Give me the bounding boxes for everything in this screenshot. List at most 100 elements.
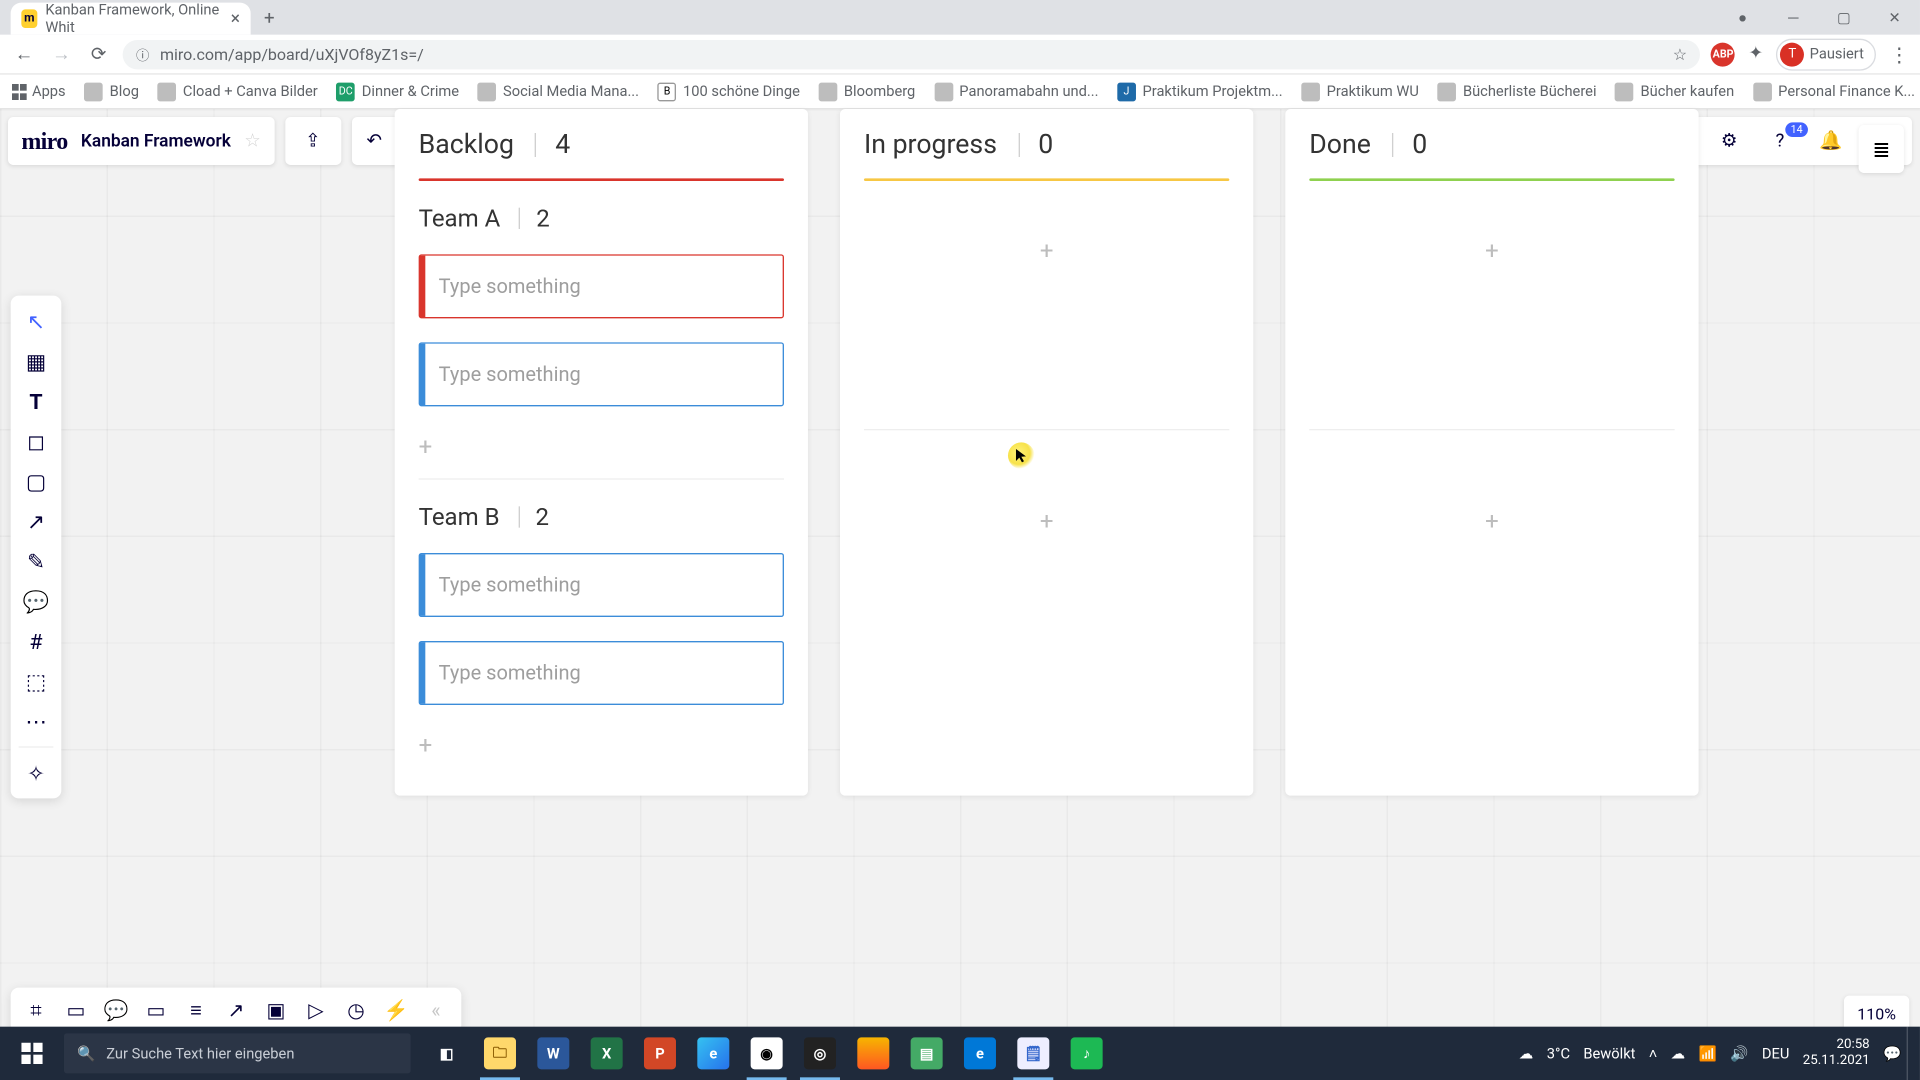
share-link-icon[interactable]: ↗ bbox=[216, 998, 256, 1022]
column-title[interactable]: In progress bbox=[864, 128, 997, 160]
comments-icon[interactable]: 💬 bbox=[96, 998, 136, 1022]
board-title-chip[interactable]: miro Kanban Framework ☆ bbox=[8, 117, 274, 165]
bookmark-item[interactable]: Social Media Mana... bbox=[478, 82, 639, 101]
frame-tool[interactable]: # bbox=[11, 621, 62, 661]
add-card-button[interactable]: + bbox=[419, 431, 784, 463]
reload-button[interactable]: ⟳ bbox=[85, 43, 112, 64]
column-title[interactable]: Done bbox=[1309, 128, 1371, 160]
swimlane-team-b-empty[interactable]: + bbox=[1309, 489, 1674, 553]
app-generic[interactable]: ▤ bbox=[901, 1027, 952, 1080]
kanban-card[interactable]: Type something bbox=[419, 255, 784, 319]
line-tool[interactable]: ↗ bbox=[11, 501, 62, 541]
apps-tool[interactable]: ✧ bbox=[11, 753, 62, 793]
add-card-button[interactable]: + bbox=[419, 729, 784, 761]
chrome-app[interactable]: ◉ bbox=[741, 1027, 792, 1080]
bookmark-item[interactable]: Cload + Canva Bilder bbox=[158, 82, 318, 101]
close-icon[interactable]: × bbox=[231, 9, 240, 29]
kanban-board[interactable]: Backlog 4 Team A 2 Type something bbox=[395, 109, 1699, 796]
bookmark-item[interactable]: Praktikum WU bbox=[1301, 82, 1419, 101]
card-placeholder[interactable]: Type something bbox=[439, 661, 581, 685]
obs-app[interactable]: ◎ bbox=[795, 1027, 846, 1080]
add-card-button[interactable]: + bbox=[1309, 219, 1674, 283]
spotify-app[interactable]: ♪ bbox=[1061, 1027, 1112, 1080]
profile-dot-icon[interactable]: ● bbox=[1717, 0, 1768, 35]
add-card-button[interactable]: + bbox=[864, 489, 1229, 553]
swimlane-team-b[interactable]: Team B 2 Type something Type something + bbox=[419, 504, 784, 761]
collapse-icon[interactable]: « bbox=[416, 998, 456, 1022]
swimlane-title[interactable]: Team B bbox=[419, 504, 500, 532]
kanban-card[interactable]: Type something bbox=[419, 641, 784, 705]
chrome-menu-button[interactable]: ⋮ bbox=[1889, 42, 1909, 66]
bookmark-item[interactable]: JPraktikum Projektm... bbox=[1117, 82, 1282, 101]
window-close-button[interactable]: ✕ bbox=[1869, 0, 1920, 35]
taskbar-search[interactable]: 🔍 Zur Suche Text hier eingeben bbox=[64, 1033, 411, 1073]
templates-tool[interactable]: ▦ bbox=[11, 341, 62, 381]
add-card-button[interactable]: + bbox=[1309, 489, 1674, 553]
address-bar[interactable]: ⓘ miro.com/app/board/uXjVOf8yZ1s=/ ☆ bbox=[123, 39, 1701, 68]
task-view-button[interactable]: ◧ bbox=[421, 1027, 472, 1080]
upload-tool[interactable]: ⬚ bbox=[11, 661, 62, 701]
pen-tool[interactable]: ✎ bbox=[11, 541, 62, 581]
present-icon[interactable]: ▭ bbox=[56, 998, 96, 1022]
frames-icon[interactable]: ⌗ bbox=[16, 998, 56, 1022]
explorer-app[interactable]: 🗀 bbox=[475, 1027, 526, 1080]
star-icon[interactable]: ☆ bbox=[244, 131, 261, 152]
notepad-app[interactable]: 🗒 bbox=[1008, 1027, 1059, 1080]
activity-panel-button[interactable]: ≣ bbox=[1859, 125, 1904, 173]
add-card-button[interactable]: + bbox=[864, 219, 1229, 283]
extensions-icon[interactable]: ✦ bbox=[1748, 44, 1763, 64]
more-tools[interactable]: ⋯ bbox=[11, 701, 62, 741]
app-yellow[interactable] bbox=[848, 1027, 899, 1080]
powerpoint-app[interactable]: P bbox=[635, 1027, 686, 1080]
miro-logo[interactable]: miro bbox=[21, 127, 67, 155]
onedrive-icon[interactable]: ☁ bbox=[1671, 1045, 1686, 1062]
back-button[interactable]: ← bbox=[11, 43, 38, 66]
swimlane-team-b-empty[interactable]: + bbox=[864, 489, 1229, 553]
chrome-profile-chip[interactable]: T Pausiert bbox=[1776, 38, 1876, 70]
column-done[interactable]: Done 0 + + bbox=[1285, 109, 1698, 796]
swimlane-team-a[interactable]: Team A 2 Type something Type something + bbox=[419, 205, 784, 480]
miro-canvas[interactable]: miro Kanban Framework ☆ ⇪ ↶ ↷ ➤ ✦ T Shar… bbox=[0, 109, 1920, 1043]
column-in-progress[interactable]: In progress 0 + + bbox=[840, 109, 1253, 796]
export-chip[interactable]: ⇪ bbox=[285, 117, 341, 165]
new-tab-button[interactable]: + bbox=[251, 3, 288, 35]
column-backlog[interactable]: Backlog 4 Team A 2 Type something bbox=[395, 109, 808, 796]
sticky-tool[interactable]: ◻ bbox=[11, 421, 62, 461]
swimlane-title[interactable]: Team A bbox=[419, 205, 501, 233]
bookmark-item[interactable]: Blog bbox=[84, 82, 139, 101]
language-indicator[interactable]: DEU bbox=[1762, 1045, 1789, 1062]
card-placeholder[interactable]: Type something bbox=[439, 363, 581, 387]
swimlane-team-a-empty[interactable]: + bbox=[864, 219, 1229, 431]
window-maximize-button[interactable]: ▢ bbox=[1819, 0, 1870, 35]
show-desktop-button[interactable] bbox=[1907, 1027, 1915, 1080]
wifi-icon[interactable]: 📶 bbox=[1699, 1045, 1717, 1062]
bookmark-item[interactable]: Bücher kaufen bbox=[1615, 82, 1734, 101]
help-button[interactable]: ? 14 bbox=[1763, 131, 1798, 152]
window-minimize-button[interactable]: ─ bbox=[1768, 0, 1819, 35]
comment-tool[interactable]: 💬 bbox=[11, 581, 62, 621]
column-title[interactable]: Backlog bbox=[419, 128, 514, 160]
forward-button[interactable]: → bbox=[48, 43, 75, 66]
system-tray[interactable]: ☁ 3°C Bewölkt ˄ ☁ 📶 🔊 DEU 20:58 25.11.20… bbox=[1519, 1037, 1907, 1069]
bookmark-item[interactable]: Bloomberg bbox=[819, 82, 916, 101]
star-icon[interactable]: ☆ bbox=[1673, 45, 1687, 64]
settings-icon[interactable]: ⚙ bbox=[1712, 131, 1747, 152]
tray-overflow-icon[interactable]: ˄ bbox=[1649, 1045, 1658, 1062]
edge-app[interactable]: e bbox=[688, 1027, 739, 1080]
word-app[interactable]: W bbox=[528, 1027, 579, 1080]
edge-legacy-app[interactable]: e bbox=[955, 1027, 1006, 1080]
undo-button[interactable]: ↶ bbox=[357, 131, 392, 152]
bookmark-item[interactable]: Panoramabahn und... bbox=[934, 82, 1099, 101]
volume-icon[interactable]: 🔊 bbox=[1730, 1045, 1748, 1062]
action-center-icon[interactable]: 💬 bbox=[1883, 1045, 1901, 1062]
apps-shortcut[interactable]: Apps bbox=[11, 83, 66, 100]
select-tool[interactable]: ↖ bbox=[11, 301, 62, 341]
timer-icon[interactable]: ◷ bbox=[336, 998, 376, 1022]
board-name[interactable]: Kanban Framework bbox=[81, 131, 231, 151]
bolt-icon[interactable]: ⚡ bbox=[376, 998, 416, 1022]
bookmark-item[interactable]: B100 schöne Dinge bbox=[658, 82, 800, 101]
start-button[interactable] bbox=[5, 1027, 58, 1080]
bookmark-item[interactable]: Bücherliste Bücherei bbox=[1438, 82, 1597, 101]
bell-icon[interactable]: 🔔 bbox=[1813, 131, 1848, 152]
card-placeholder[interactable]: Type something bbox=[439, 573, 581, 597]
